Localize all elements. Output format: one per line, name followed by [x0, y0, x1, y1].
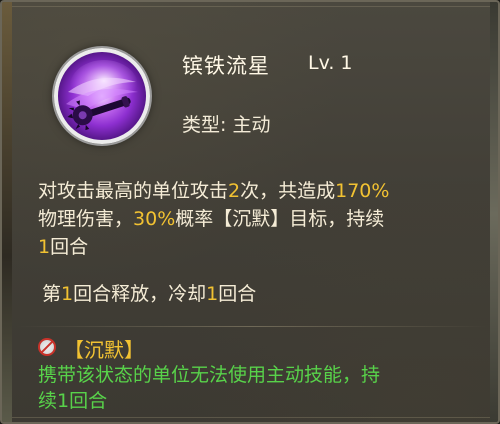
skill-cooldown: 第1回合释放，冷却1回合	[42, 279, 256, 306]
skill-type: 类型: 主动	[182, 114, 271, 136]
desc-text: 对攻击最高的单位攻击	[38, 180, 229, 202]
status-description-line-1: 携带该状态的单位无法使用主动技能，持	[38, 364, 381, 386]
skill-description-line-1: 对攻击最高的单位攻击2次，共造成170%	[38, 177, 389, 205]
purple-meteor-mace-icon	[54, 48, 150, 144]
cooldown-value: 1	[206, 283, 219, 305]
skill-tooltip-panel: 镔铁流星 Lv. 1 类型: 主动 对攻击最高的单位攻击2次，共造成170% 物…	[0, 0, 500, 424]
status-name: 【沉默】	[64, 338, 144, 362]
section-divider	[16, 326, 488, 327]
desc-hit-count: 2	[228, 180, 241, 202]
desc-duration: 1	[38, 236, 51, 258]
desc-damage-percent: 170%	[335, 180, 390, 202]
cooldown-text: 回合释放，冷却	[73, 283, 207, 305]
skill-level: Lv. 1	[308, 52, 353, 74]
desc-text: 次，共造成	[240, 180, 336, 202]
skill-description-line-3: 1回合	[38, 233, 88, 261]
skill-name: 镔铁流星	[182, 54, 270, 78]
background-edge-right	[490, 2, 498, 422]
skill-type-value: 主动	[232, 114, 271, 136]
cooldown-first-round: 1	[61, 283, 74, 305]
skill-description-line-2: 物理伤害，30%概率【沉默】目标，持续	[38, 205, 384, 233]
status-description-line-2: 续1回合	[38, 390, 108, 412]
desc-silence-chance: 30%	[133, 208, 176, 230]
desc-text: 概率【沉默】目标，持续	[175, 208, 385, 230]
desc-text: 回合	[50, 236, 89, 258]
desc-text: 物理伤害，	[38, 208, 134, 230]
background-edge-left	[2, 2, 12, 422]
silence-icon	[38, 338, 56, 356]
cooldown-text: 第	[42, 283, 62, 305]
skill-type-label: 类型	[182, 114, 221, 136]
cooldown-text: 回合	[218, 283, 257, 305]
